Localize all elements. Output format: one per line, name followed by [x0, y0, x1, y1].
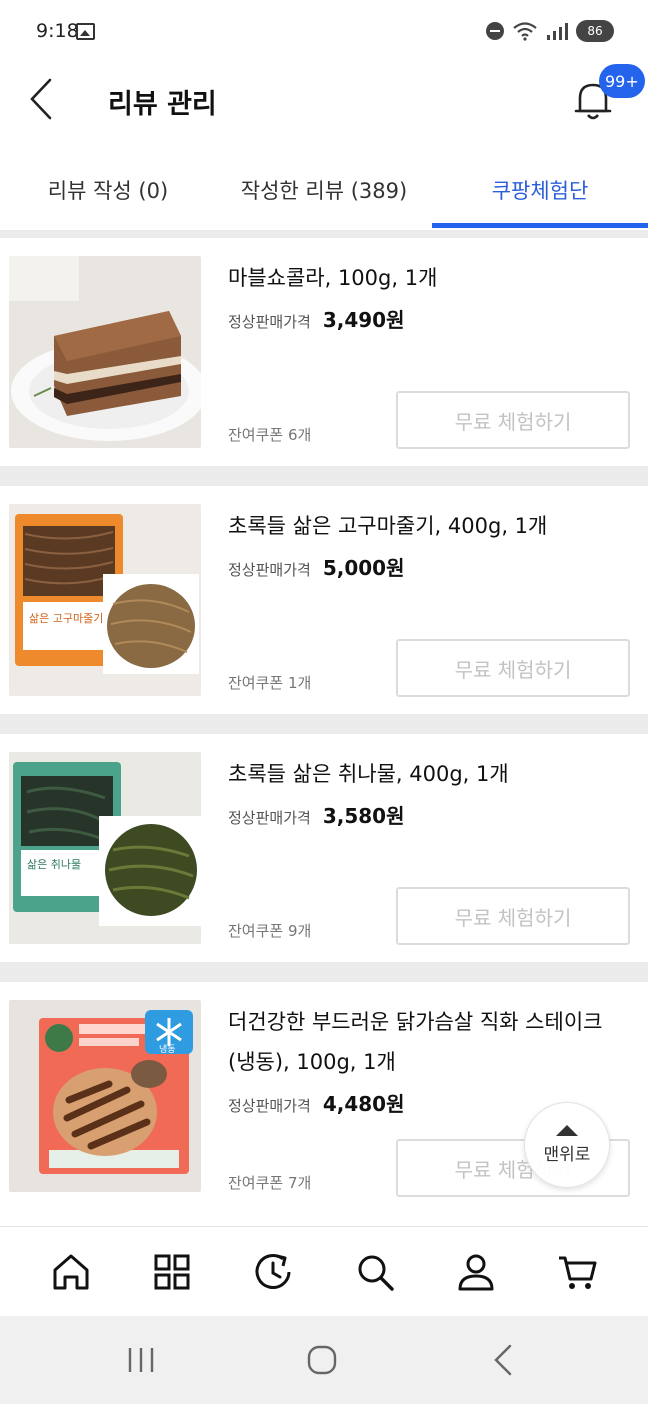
back-icon — [494, 1344, 512, 1376]
page-title: 리뷰 관리 — [108, 89, 217, 120]
status-bar: 9:18 86 — [0, 0, 648, 64]
home-system-button[interactable] — [302, 1340, 342, 1380]
do-not-disturb-icon — [486, 22, 504, 40]
price-row: 정상판매가격 5,000원 — [228, 552, 404, 581]
tab-written-reviews[interactable]: 작성한 리뷰 (389) — [216, 150, 432, 230]
signal-icon — [547, 23, 568, 40]
nav-categories[interactable] — [142, 1242, 202, 1302]
home-circle-icon — [307, 1345, 337, 1375]
battery-icon: 86 — [576, 20, 614, 42]
product-name[interactable]: 초록들 삶은 고구마줄기, 400g, 1개 — [228, 506, 628, 546]
coupon-count: 잔여쿠폰 1개 — [228, 674, 312, 692]
package-label: 냉동 — [159, 1044, 176, 1055]
wifi-icon — [513, 22, 537, 41]
free-trial-button[interactable]: 무료 체험하기 — [396, 887, 630, 945]
free-trial-button[interactable]: 무료 체험하기 — [396, 639, 630, 697]
recents-button[interactable] — [122, 1340, 162, 1380]
recents-icon — [128, 1348, 154, 1372]
my-account-icon — [458, 1254, 494, 1290]
nav-recent[interactable] — [243, 1242, 303, 1302]
arrow-up-icon — [556, 1125, 578, 1136]
product-image[interactable] — [9, 256, 201, 448]
home-icon — [53, 1254, 89, 1289]
chevron-left-icon — [30, 78, 52, 120]
review-tabs: 리뷰 작성 (0) 작성한 리뷰 (389) 쿠팡체험단 — [0, 150, 648, 230]
system-nav-bar — [0, 1316, 648, 1404]
nav-cart[interactable] — [547, 1242, 607, 1302]
price-label: 정상판매가격 — [228, 561, 311, 579]
product-card: 삶은 취나물 초록들 삶은 취나물, 400g, 1개 정상판매가격 3,580… — [0, 734, 648, 962]
tab-coupang-trial[interactable]: 쿠팡체험단 — [432, 150, 648, 230]
price-label: 정상판매가격 — [228, 313, 311, 331]
price-row: 정상판매가격 4,480원 — [228, 1088, 404, 1117]
bottom-nav — [0, 1226, 648, 1316]
tab-write-review[interactable]: 리뷰 작성 (0) — [0, 150, 216, 230]
back-button[interactable] — [22, 76, 62, 122]
divider — [0, 230, 648, 238]
product-name[interactable]: 마블쇼콜라, 100g, 1개 — [228, 258, 628, 298]
categories-icon — [154, 1254, 190, 1289]
status-time: 9:18 — [36, 20, 79, 42]
price-label: 정상판매가격 — [228, 1097, 311, 1115]
divider — [0, 962, 648, 982]
nav-my-account[interactable] — [446, 1242, 506, 1302]
cart-icon — [559, 1256, 597, 1289]
product-name[interactable]: 초록들 삶은 취나물, 400g, 1개 — [228, 754, 628, 794]
product-card: 마블쇼콜라, 100g, 1개 정상판매가격 3,490원 잔여쿠폰 6개 무료… — [0, 238, 648, 466]
image-notification-icon — [76, 23, 95, 40]
product-card: 삶은 고구마줄기 초록들 삶은 고구마줄기, 400g, 1개 정상판매가격 5… — [0, 486, 648, 714]
price-value: 5,000원 — [322, 556, 405, 580]
nav-home[interactable] — [41, 1242, 101, 1302]
divider — [0, 714, 648, 734]
status-indicators: 86 — [486, 20, 614, 42]
notification-badge: 99+ — [599, 64, 645, 98]
price-value: 4,480원 — [322, 1092, 405, 1116]
nav-search[interactable] — [345, 1242, 405, 1302]
price-row: 정상판매가격 3,490원 — [228, 304, 404, 333]
scroll-to-top-button[interactable]: 맨위로 — [524, 1102, 610, 1188]
product-image[interactable]: 삶은 고구마줄기 — [9, 504, 201, 696]
coupon-count: 잔여쿠폰 9개 — [228, 922, 312, 940]
product-image[interactable]: 삶은 취나물 — [9, 752, 201, 944]
coupon-count: 잔여쿠폰 6개 — [228, 426, 312, 444]
product-image[interactable]: 냉동 — [9, 1000, 201, 1192]
price-value: 3,580원 — [322, 804, 405, 828]
chocolate-cake-image — [9, 256, 201, 448]
divider — [0, 466, 648, 486]
price-row: 정상판매가격 3,580원 — [228, 800, 404, 829]
header: 리뷰 관리 99+ — [0, 64, 648, 134]
free-trial-button[interactable]: 무료 체험하기 — [396, 391, 630, 449]
scroll-to-top-label: 맨위로 — [543, 1145, 591, 1165]
search-icon — [358, 1255, 394, 1291]
package-label: 삶은 취나물 — [27, 858, 81, 871]
product-name[interactable]: 더건강한 부드러운 닭가슴살 직화 스테이크(냉동), 100g, 1개 — [228, 1002, 628, 1082]
sweet-potato-stem-image: 삶은 고구마줄기 — [9, 504, 201, 696]
package-label: 삶은 고구마줄기 — [29, 612, 103, 625]
back-system-button[interactable] — [484, 1340, 524, 1380]
price-label: 정상판매가격 — [228, 809, 311, 827]
price-value: 3,490원 — [322, 308, 405, 332]
coupon-count: 잔여쿠폰 7개 — [228, 1174, 312, 1192]
recent-icon — [255, 1253, 291, 1289]
chwinamul-image: 삶은 취나물 — [9, 752, 201, 944]
chicken-steak-image: 냉동 — [9, 1000, 201, 1192]
